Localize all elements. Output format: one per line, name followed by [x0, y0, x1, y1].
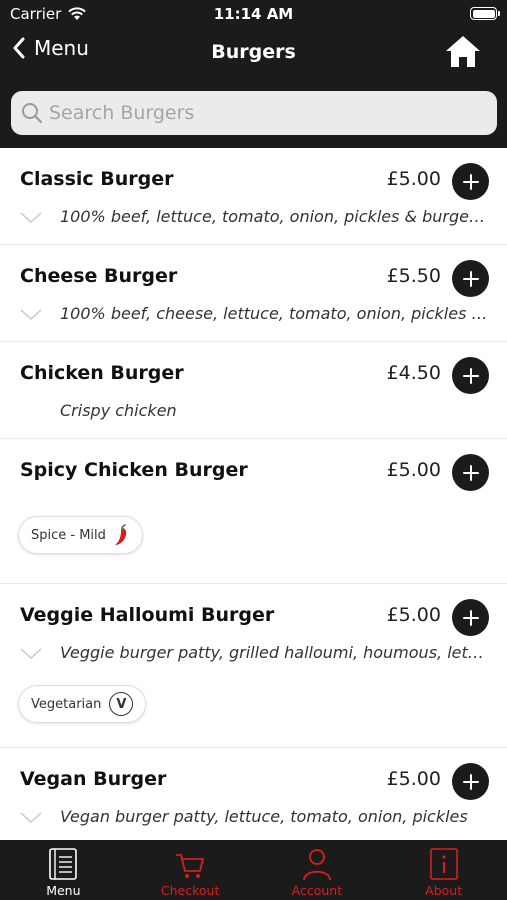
- search-icon: [22, 103, 43, 124]
- add-button[interactable]: [452, 763, 489, 800]
- list-item[interactable]: Cheese Burger £5.50 100% beef, cheese, l…: [0, 245, 507, 342]
- tab-account[interactable]: Account: [254, 840, 381, 900]
- plus-icon: [462, 270, 479, 287]
- item-description: Crispy chicken: [60, 401, 177, 420]
- plus-icon: [462, 464, 479, 481]
- item-name: Classic Burger: [20, 168, 174, 190]
- tab-about[interactable]: About: [380, 840, 507, 900]
- tag-label: Vegetarian: [31, 696, 102, 712]
- item-name: Veggie Halloumi Burger: [20, 604, 275, 626]
- list-item[interactable]: Spicy Chicken Burger £5.00 Spice - Mild: [0, 439, 507, 584]
- menu-list: Classic Burger £5.00 100% beef, lettuce,…: [0, 148, 507, 840]
- status-time: 11:14 AM: [213, 5, 294, 23]
- header: Carrier 11:14 AM Menu Burgers: [0, 0, 507, 148]
- item-name: Spicy Chicken Burger: [20, 459, 248, 481]
- add-button[interactable]: [452, 599, 489, 636]
- item-description: Veggie burger patty, grilled halloumi, h…: [60, 643, 488, 662]
- cart-icon: [176, 854, 205, 878]
- plus-icon: [462, 173, 479, 190]
- tab-label: Account: [291, 883, 343, 898]
- dietary-tag: Vegetarian V: [18, 685, 147, 723]
- tab-menu[interactable]: Menu: [0, 840, 127, 900]
- item-description: Vegan burger patty, lettuce, tomato, oni…: [60, 807, 468, 826]
- item-description: 100% beef, lettuce, tomato, onion, pickl…: [60, 207, 488, 226]
- tab-checkout[interactable]: Checkout: [127, 840, 254, 900]
- add-button[interactable]: [452, 454, 489, 491]
- menu-book-icon: [49, 848, 78, 880]
- item-price: £5.50: [386, 265, 441, 287]
- add-button[interactable]: [452, 163, 489, 200]
- plus-icon: [462, 367, 479, 384]
- tab-bar: Menu Checkout Account About: [0, 840, 507, 900]
- battery-icon: [470, 7, 500, 20]
- status-bar: Carrier 11:14 AM: [0, 0, 507, 28]
- person-icon: [302, 849, 331, 881]
- chevron-down-icon[interactable]: [20, 212, 42, 224]
- chili-pepper-icon: [114, 524, 127, 545]
- home-icon[interactable]: [444, 34, 482, 70]
- tab-label: Checkout: [160, 883, 220, 898]
- page-title: Burgers: [211, 41, 296, 63]
- nav-bar: Menu Burgers: [0, 30, 507, 76]
- plus-icon: [462, 609, 479, 626]
- item-price: £5.00: [386, 459, 441, 481]
- chevron-down-icon[interactable]: [20, 309, 42, 321]
- add-button[interactable]: [452, 357, 489, 394]
- search-bar[interactable]: [11, 91, 497, 135]
- item-name: Chicken Burger: [20, 362, 184, 384]
- list-item[interactable]: Chicken Burger £4.50 Crispy chicken: [0, 342, 507, 439]
- tab-label: Menu: [46, 883, 81, 898]
- spice-tag: Spice - Mild: [18, 516, 143, 554]
- search-input[interactable]: [49, 102, 469, 124]
- tab-label: About: [425, 883, 463, 898]
- item-description: 100% beef, cheese, lettuce, tomato, onio…: [60, 304, 488, 323]
- list-item[interactable]: Classic Burger £5.00 100% beef, lettuce,…: [0, 148, 507, 245]
- list-item[interactable]: Vegan Burger £5.00 Vegan burger patty, l…: [0, 748, 507, 840]
- plus-icon: [462, 773, 479, 790]
- tag-label: Spice - Mild: [31, 527, 106, 543]
- item-name: Cheese Burger: [20, 265, 178, 287]
- chevron-down-icon[interactable]: [20, 648, 42, 660]
- info-icon: [429, 848, 458, 880]
- item-price: £4.50: [386, 362, 441, 384]
- vegetarian-badge-icon: V: [109, 692, 134, 716]
- item-price: £5.00: [386, 768, 441, 790]
- item-name: Vegan Burger: [20, 768, 167, 790]
- list-item[interactable]: Veggie Halloumi Burger £5.00 Veggie burg…: [0, 584, 507, 748]
- item-price: £5.00: [386, 604, 441, 626]
- add-button[interactable]: [452, 260, 489, 297]
- item-price: £5.00: [386, 168, 441, 190]
- chevron-down-icon[interactable]: [20, 812, 42, 824]
